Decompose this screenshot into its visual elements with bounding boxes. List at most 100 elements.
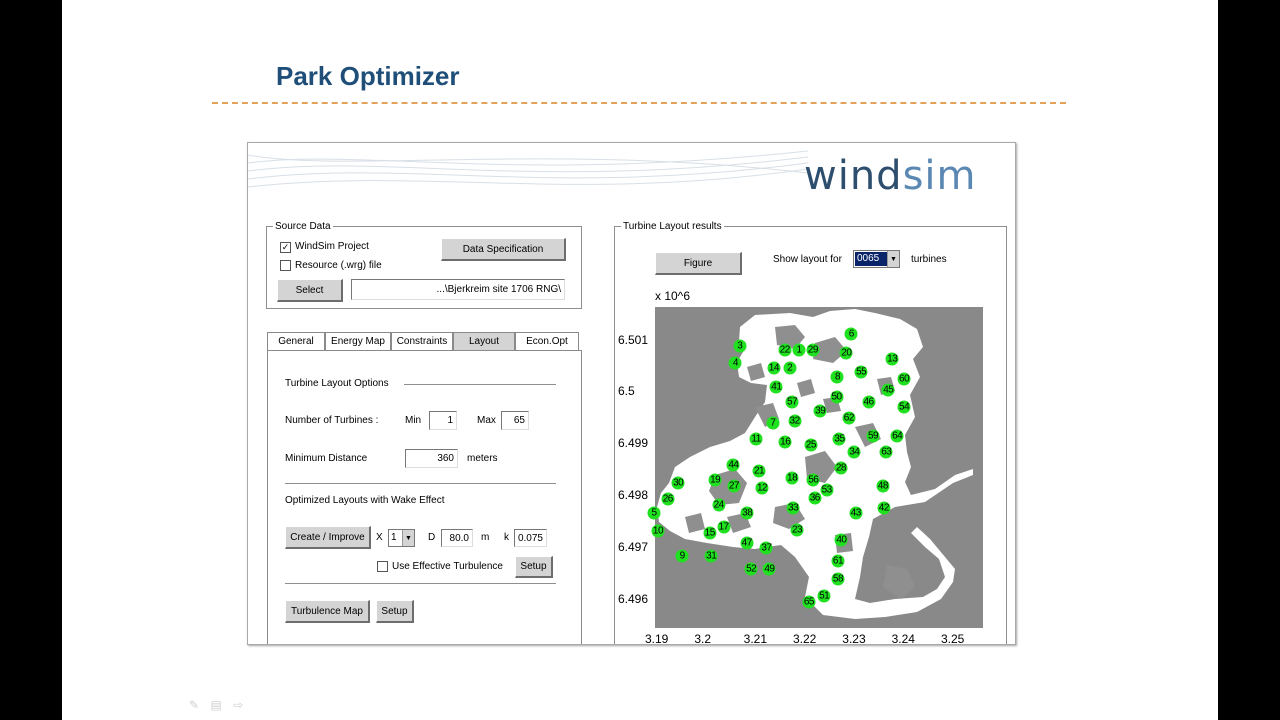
tab-constraints[interactable]: Constraints [391,332,453,350]
turbine-marker: 60 [897,372,911,386]
turbine-marker: 47 [740,536,754,550]
x-tick-label: 3.22 [792,632,817,645]
min-label: Min [405,415,422,426]
create-improve-button[interactable]: Create / Improve [285,526,371,549]
tab-layout[interactable]: Layout [453,332,515,350]
y-multiplier-label: x 10^6 [655,289,690,303]
turbine-marker: 27 [727,479,741,493]
min-turbines-field[interactable]: 1 [429,411,457,430]
turbine-marker: 40 [834,533,848,547]
turbulence-map-button[interactable]: Turbulence Map [285,600,370,623]
turbine-marker: 26 [661,492,675,506]
effective-turbulence-checkbox[interactable] [377,561,388,572]
windsim-logo: windsim [804,153,977,199]
turbine-marker: 5 [647,506,661,520]
source-path-field[interactable]: ...\Bjerkreim site 1706 RNG\ [351,279,565,300]
layout-options-heading: Turbine Layout Options [285,378,389,389]
wake-divider-bottom [285,583,556,585]
resource-file-label: Resource (.wrg) file [295,260,382,271]
x-multiplier-value: 1 [391,532,397,543]
turbine-marker: 49 [762,562,776,576]
turbine-marker: 30 [671,476,685,490]
min-distance-unit: meters [467,453,498,464]
tab-general[interactable]: General [267,332,325,350]
resource-file-checkbox[interactable] [280,260,291,271]
turbine-marker: 4 [728,356,742,370]
turbine-marker: 38 [740,506,754,520]
header-waves-decoration [248,150,808,188]
turbine-count-value: 0065 [855,252,887,266]
max-turbines-field[interactable]: 65 [501,411,529,430]
y-tick-label: 6.5 [618,384,635,399]
turbine-marker: 52 [744,562,758,576]
min-distance-field[interactable]: 360 [405,449,458,468]
x-tick-label: 3.2 [694,632,711,645]
m-label: m [481,532,490,543]
turbine-marker: 54 [897,400,911,414]
y-tick-label: 6.497 [618,539,649,554]
tab-econ-opt[interactable]: Econ.Opt [515,332,579,350]
turbine-marker: 62 [842,411,856,425]
y-tick-label: 6.499 [618,436,649,451]
turbine-marker: 16 [778,435,792,449]
turbine-markers: 1 2 3 4 5 6 7 8 9 10 11 12 13 14 15 16 17 18 19 20 21 22 23 24 2… [647,307,983,628]
turbulence-map-setup-button[interactable]: Setup [376,600,414,623]
turbine-marker: 32 [788,414,802,428]
turbine-marker: 42 [877,501,891,515]
turbine-marker: 18 [785,471,799,485]
turbine-marker: 61 [831,554,845,568]
arrow-icon[interactable]: ⇨ [233,698,243,712]
turbine-marker: 17 [717,520,731,534]
turbine-marker: 55 [854,365,868,379]
slide: Park Optimizer windsim Source Data ✓ Win… [62,0,1218,720]
turbine-marker: 20 [839,346,853,360]
turbulence-setup-button[interactable]: Setup [515,556,553,578]
turbine-marker: 1 [792,343,806,357]
x-tick-label: 3.19 [645,632,669,645]
menu-icon[interactable]: ▤ [210,698,221,712]
x-label: X [376,532,383,543]
layout-plot-area: 1 2 3 4 5 6 7 8 9 10 11 12 13 14 15 16 17 18 19 20 21 22 23 24 2… [647,307,983,628]
turbine-marker: 10 [651,524,665,538]
turbine-marker: 6 [844,327,858,341]
turbine-marker: 15 [703,526,717,540]
turbine-marker: 34 [847,445,861,459]
rotor-diameter-field[interactable]: 80.0 [441,529,473,547]
x-tick-label: 3.25 [940,632,965,645]
slideshow-controls[interactable]: ✎ ▤ ⇨ [189,698,243,712]
chevron-down-icon[interactable]: ▼ [402,530,414,546]
effective-turbulence-label: Use Effective Turbulence [392,561,503,572]
turbine-marker: 58 [831,572,845,586]
x-tick-label: 3.24 [891,632,915,645]
k-value-field[interactable]: 0.075 [514,529,547,547]
tab-energy-map[interactable]: Energy Map [325,332,391,350]
turbine-marker: 51 [817,589,831,603]
y-tick-label: 6.498 [618,487,649,502]
min-distance-label: Minimum Distance [285,453,368,464]
windsim-project-checkbox[interactable]: ✓ [280,242,291,253]
layout-results-legend: Turbine Layout results [623,221,722,232]
turbine-marker: 25 [804,438,818,452]
turbine-marker: 39 [813,404,827,418]
data-specification-button[interactable]: Data Specification [441,238,566,261]
turbine-marker: 56 [806,473,820,487]
turbine-marker: 9 [675,549,689,563]
turbine-marker: 3 [733,339,747,353]
chevron-down-icon[interactable]: ▼ [887,251,899,267]
turbine-count-select[interactable]: 0065 ▼ [853,250,900,268]
turbine-marker: 46 [862,395,876,409]
turbine-marker: 43 [849,506,863,520]
slide-title: Park Optimizer [276,61,460,91]
x-tick-label: 3.23 [842,632,866,645]
turbine-marker: 19 [708,473,722,487]
turbine-marker: 22 [778,343,792,357]
d-label: D [428,532,436,543]
select-button[interactable]: Select [277,279,343,302]
pen-icon[interactable]: ✎ [189,698,199,712]
x-multiplier-select[interactable]: 1 ▼ [388,529,415,547]
figure-button[interactable]: Figure [655,252,742,275]
turbine-marker: 44 [726,458,740,472]
turbine-marker: 53 [820,483,834,497]
turbine-marker: 11 [749,432,763,446]
turbine-marker: 48 [876,479,890,493]
